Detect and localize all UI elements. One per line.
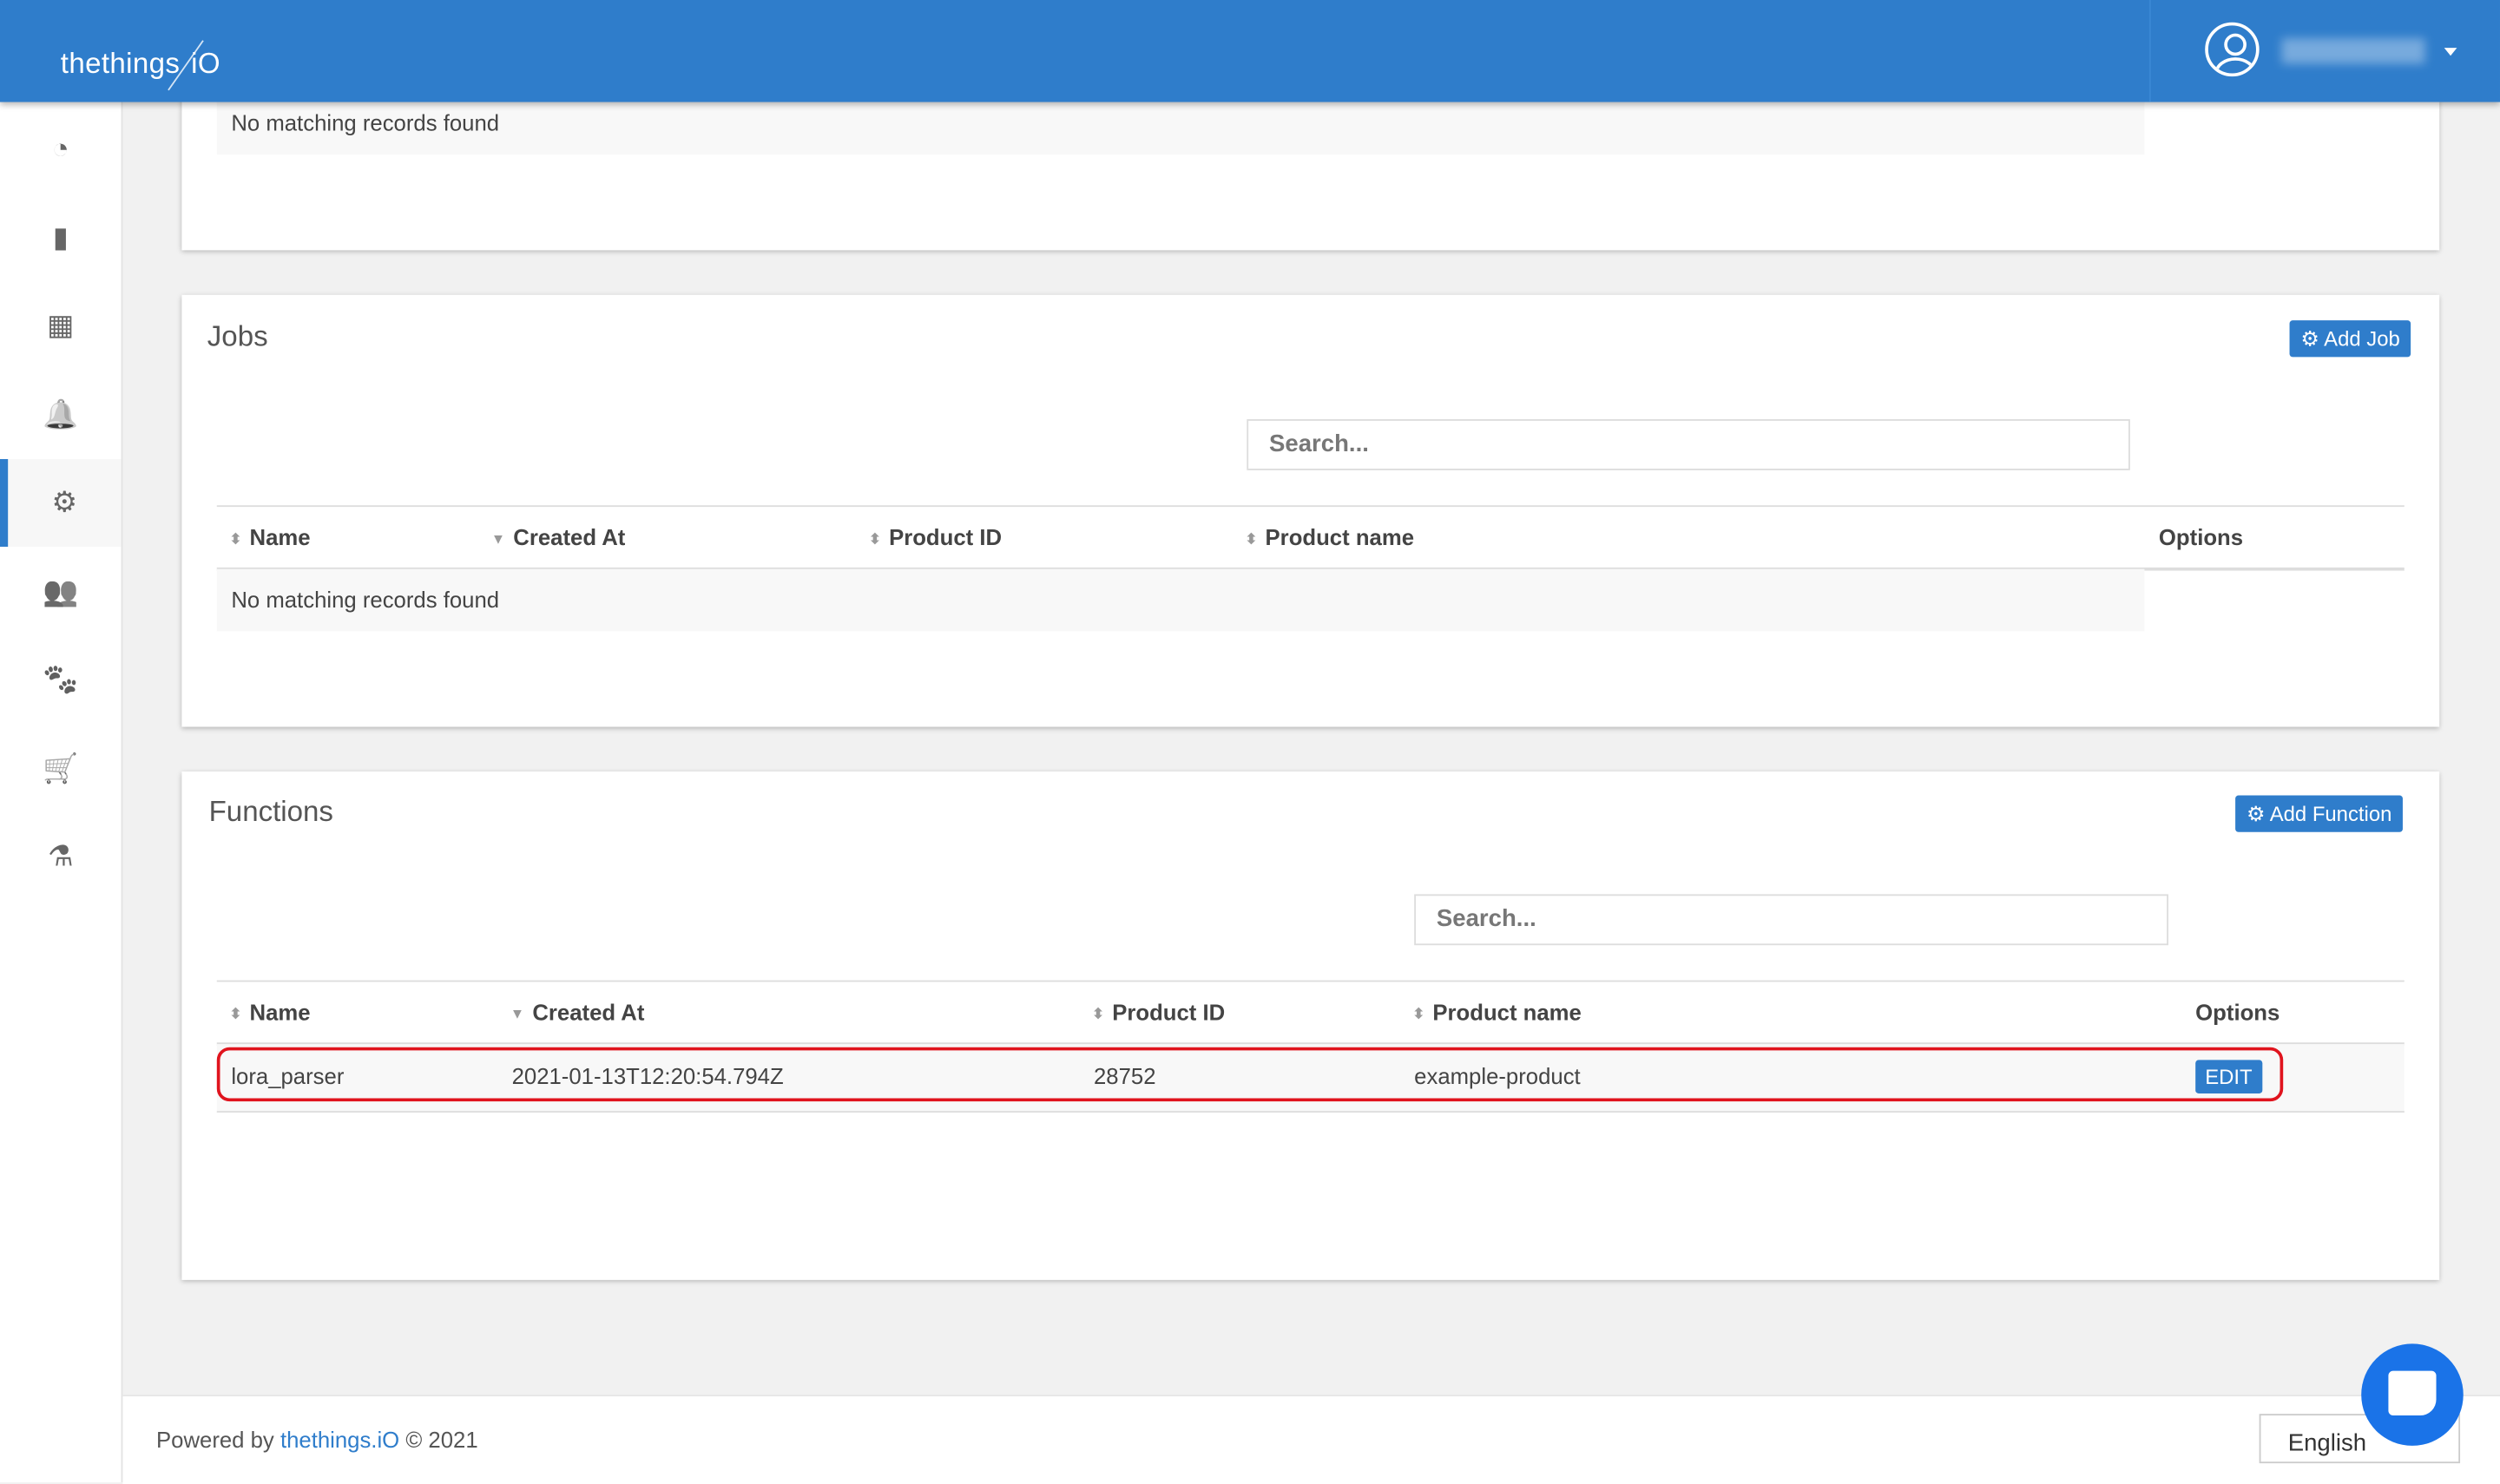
search-input[interactable]: Search... [1247, 419, 2130, 470]
grid-icon: ▦ [47, 309, 75, 342]
sidebar-item-dashboard[interactable]: ◔ [0, 105, 122, 193]
column-name[interactable]: ⬍ Name [229, 1000, 310, 1025]
top-bar: thethingsiO username [0, 0, 2500, 102]
sidebar-item-alerts[interactable]: 🔔 [0, 371, 122, 458]
sidebar-item-products[interactable]: ▦ [0, 282, 122, 370]
sidebar-item-cloud-code[interactable]: ⚙ [0, 458, 122, 547]
gears-icon: ⚙ [51, 486, 78, 518]
function-name: lora_parser [231, 1063, 345, 1089]
column-name[interactable]: ⬍ Name [229, 524, 310, 549]
cart-icon: 🛒 [43, 752, 79, 784]
column-product-name[interactable]: ⬍ Product name [1412, 1000, 1582, 1025]
users-icon: 👥 [43, 575, 79, 607]
sidebar: ◔ ▮ ▦ 🔔 ⚙ 👥 🐾 🛒 ⚗ [0, 102, 123, 1483]
user-avatar-icon [2205, 22, 2260, 77]
bell-icon: 🔔 [43, 397, 79, 430]
brand-link[interactable]: thethings.iO [280, 1427, 399, 1452]
powered-by: Powered by [155, 1426, 274, 1453]
sidebar-item-labs[interactable]: ⚗ [0, 813, 122, 901]
sidebar-item-things[interactable]: ▮ [0, 194, 122, 281]
gears-icon: ⚙ [2300, 326, 2325, 351]
dashboard-icon: ◔ [51, 132, 69, 165]
chat-button[interactable] [2361, 1343, 2464, 1446]
column-options: Options [2158, 524, 2244, 550]
copyright: © 2021 [405, 1426, 478, 1453]
table-header: ⬍ Name ▼ Created At ⬍ Product ID ⬍ Product n… [216, 505, 2405, 571]
add-function-button[interactable]: ⚙ Add Function [2235, 795, 2404, 832]
username: username [2281, 38, 2425, 64]
column-product-name[interactable]: ⬍ Product name [1245, 524, 1414, 549]
gears-icon: ⚙ [2246, 801, 2270, 826]
product-id: 28752 [1093, 1063, 1156, 1089]
sidebar-item-shop[interactable]: 🛒 [0, 725, 122, 812]
card-title: Functions [208, 795, 333, 828]
jobs-card: Jobs ⚙ Add Job Search... ⬍ Name ▼ Created … [181, 294, 2440, 727]
created-at: 2021-01-13T12:20:54.794Z [511, 1063, 784, 1089]
app: thethingsiO username ◔ ▮ ▦ 🔔 ⚙ 👥 🐾 🛒 ⚗ No matchi… [0, 0, 2500, 1484]
user-menu[interactable]: username [2148, 0, 2500, 102]
logo[interactable]: thethings iO [61, 35, 220, 95]
sidebar-item-resources[interactable]: 🐾 [0, 636, 122, 724]
paw-icon: 🐾 [43, 663, 79, 695]
column-created-at[interactable]: ▼ Created At [510, 1000, 645, 1025]
column-product-id[interactable]: ⬍ Product ID [869, 524, 1002, 549]
column-created-at[interactable]: ▼ Created At [491, 524, 626, 549]
search-input[interactable]: Search... [1414, 894, 2168, 946]
chevron-down-icon [2444, 48, 2457, 56]
column-options: Options [2195, 999, 2280, 1026]
edit-button[interactable]: EDIT [2195, 1060, 2262, 1093]
card-title: Jobs [207, 320, 268, 352]
column-product-id[interactable]: ⬍ Product ID [1092, 1000, 1225, 1025]
chip-icon: ▮ [52, 220, 69, 253]
table-header: ⬍ Name ▼ Created At ⬍ Product ID ⬍ Product n… [216, 980, 2405, 1046]
functions-card: Functions ⚙ Add Function Search... ⬍ Name… [181, 771, 2440, 1280]
product-name: example-product [1414, 1063, 1581, 1089]
table-row[interactable]: lora_parser 2021-01-13T12:20:54.794Z 287… [216, 1044, 2405, 1113]
add-job-button[interactable]: ⚙ Add Job [2289, 320, 2411, 358]
empty-message: No matching records found [216, 568, 2145, 632]
flask-icon: ⚗ [47, 839, 74, 872]
sidebar-item-users[interactable]: 👥 [0, 548, 122, 635]
footer: Powered by thethings.iO © 2021 English [122, 1395, 2500, 1484]
